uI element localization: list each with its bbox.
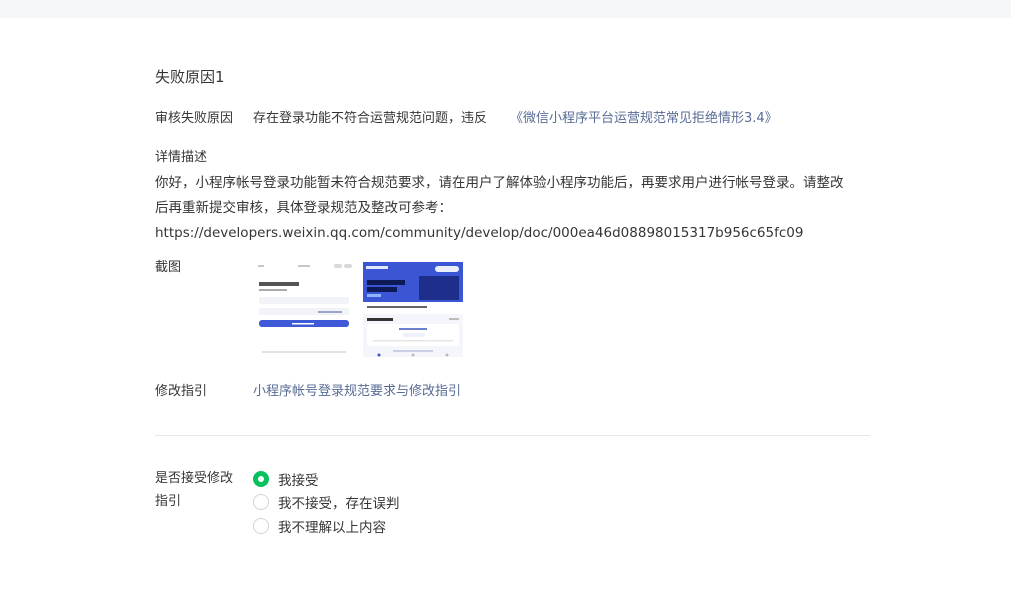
divider bbox=[155, 435, 870, 436]
radio-checked-icon[interactable] bbox=[253, 471, 269, 487]
section-title: 失败原因1 bbox=[155, 68, 225, 86]
detail-line-2: 后再重新提交审核，具体登录规范及整改可参考： bbox=[155, 200, 452, 216]
radio-option-reject[interactable]: 我不接受，存在误判 bbox=[253, 492, 400, 512]
accept-label-line-2: 指引 bbox=[155, 494, 182, 509]
guide-link[interactable]: 小程序帐号登录规范要求与修改指引 bbox=[253, 380, 461, 399]
radio-label-accept: 我接受 bbox=[278, 473, 319, 489]
accept-label-line-1: 是否接受修改 bbox=[155, 471, 234, 486]
radio-label-not-understand: 我不理解以上内容 bbox=[278, 520, 386, 536]
reason-text: 存在登录功能不符合运营规范问题，违反 bbox=[253, 111, 488, 126]
radio-unchecked-icon[interactable] bbox=[253, 494, 269, 510]
detail-label: 详情描述 bbox=[155, 150, 208, 165]
reason-label: 审核失败原因 bbox=[155, 111, 234, 126]
radio-option-not-understand[interactable]: 我不理解以上内容 bbox=[253, 516, 386, 536]
detail-url: https://developers.weixin.qq.com/communi… bbox=[155, 225, 804, 241]
detail-description: 你好，小程序帐号登录功能暂未符合规范要求，请在用户了解体验小程序功能后，再要求用… bbox=[155, 171, 875, 246]
screenshot-thumbnail-2[interactable] bbox=[363, 262, 463, 357]
radio-label-reject: 我不接受，存在误判 bbox=[278, 496, 400, 512]
activity-page-thumbnail-image bbox=[363, 262, 463, 357]
screenshot-label: 截图 bbox=[155, 260, 182, 275]
radio-unchecked-icon[interactable] bbox=[253, 518, 269, 534]
login-page-thumbnail-image bbox=[256, 262, 356, 357]
rule-link[interactable]: 《微信小程序平台运营规范常见拒绝情形3.4》 bbox=[510, 107, 778, 126]
screenshot-thumbnail-1[interactable] bbox=[256, 262, 356, 357]
radio-option-accept[interactable]: 我接受 bbox=[253, 469, 319, 489]
guide-label: 修改指引 bbox=[155, 384, 208, 399]
detail-line-1: 你好，小程序帐号登录功能暂未符合规范要求，请在用户了解体验小程序功能后，再要求用… bbox=[155, 175, 844, 191]
top-bar bbox=[0, 0, 1011, 18]
